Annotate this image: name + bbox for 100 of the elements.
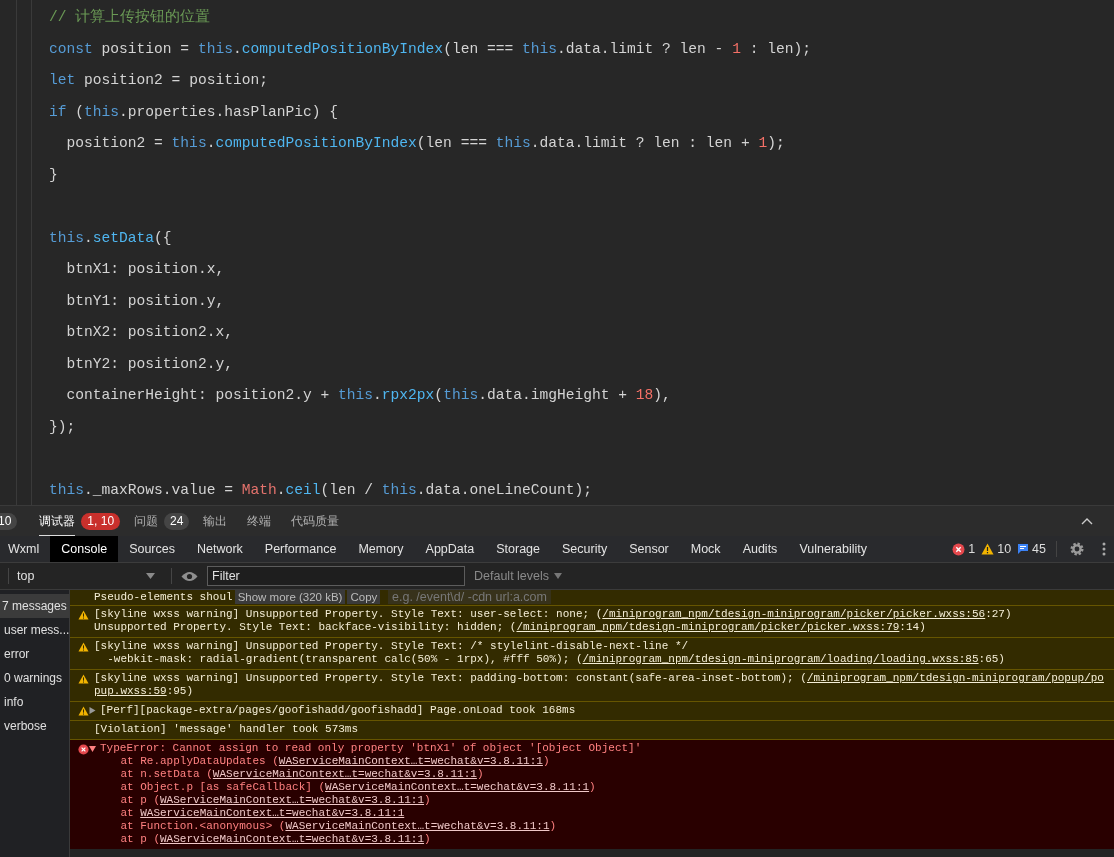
- eye-icon[interactable]: [181, 570, 198, 582]
- panel-tab[interactable]: 调试器: [39, 505, 76, 537]
- panel-tab[interactable]: 代码质量: [291, 505, 340, 537]
- code-token: rpx2px: [381, 387, 435, 403]
- levels-dropdown[interactable]: Default levels: [474, 569, 563, 583]
- message-text: at Object.p [as safeCallback] (WAServiceMainContext…t=wechat&v=3.8.11:1): [119, 781, 597, 794]
- source-link[interactable]: WAServiceMainContext…t=wechat&v=3.8.11:1: [278, 755, 543, 767]
- code-token: btnY2: position2.y,: [65, 355, 233, 372]
- devtools-tab[interactable]: Sensor: [618, 536, 680, 562]
- collapsed-triangle-icon[interactable]: [89, 707, 96, 714]
- filter-field[interactable]: Filter: [207, 566, 465, 586]
- message-count: 45: [1032, 542, 1046, 556]
- panel-tab[interactable]: 终端: [247, 505, 272, 537]
- code-token: computedPositionByIndex: [241, 40, 444, 57]
- code-token: .properties.hasPlanPic) {: [119, 103, 338, 120]
- code-token: this: [443, 387, 479, 403]
- code-token: // 计算上传按钮的位置: [49, 9, 211, 25]
- code-token: position =: [100, 40, 191, 57]
- message-text: [skyline wxss warning] Unsupported Property. Style Text: user-select: none; (/miniprogram_npm/tdesign-miniprogram/picker/picker.wxss:56:27): [94, 608, 1013, 621]
- code-token: this: [381, 481, 417, 498]
- devtools-tab[interactable]: Performance: [253, 536, 348, 562]
- devtools-tab[interactable]: Memory: [347, 536, 415, 562]
- code-token: this: [197, 40, 233, 57]
- message-button[interactable]: Copy: [347, 590, 381, 604]
- code-token: .data.imgHeight +: [478, 387, 629, 403]
- code-token: .: [276, 481, 286, 498]
- message-text: at p (WAServiceMainContext…t=wechat&v=3.8.11:1): [119, 794, 432, 807]
- code-token: this: [84, 103, 120, 120]
- message-text: at n.setData (WAServiceMainContext…t=wechat&v=3.8.11:1): [119, 768, 485, 781]
- devtools-tab[interactable]: Vulnerability: [788, 536, 878, 562]
- message-text: [skyline wxss warning] Unsupported Property. Style Text: padding-bottom: constant(safe-area-inset-bottom); (/miniprogram_npm/tdesign-miniprogram/popup/po: [94, 672, 1105, 685]
- code-token: (: [434, 387, 444, 403]
- context-select[interactable]: top: [9, 569, 163, 583]
- source-link[interactable]: WAServiceMainContext…t=wechat&v=3.8.11:1: [285, 820, 550, 832]
- source-link[interactable]: WAServiceMainContext…t=wechat&v=3.8.11:1: [140, 807, 405, 819]
- error-icon: [952, 542, 966, 556]
- message-button[interactable]: Show more (320 kB): [234, 590, 346, 604]
- message-text: [Perf][package-extra/pages/goofishadd/goofishadd] Page.onLoad took 168ms: [100, 704, 577, 717]
- warning-count: 10: [997, 542, 1012, 556]
- code-token: 18: [635, 387, 654, 403]
- code-token: containerHeight: position2.y +: [65, 387, 331, 403]
- count-badge: 1, 10: [81, 512, 121, 530]
- devtools-tab[interactable]: Storage: [485, 536, 551, 562]
- code-token: .data.limit ? len -: [557, 40, 725, 57]
- source-link[interactable]: /miniprogram_npm/tdesign-miniprogram/popup/po: [806, 672, 1104, 684]
- devtools-tab[interactable]: AppData: [414, 536, 486, 562]
- source-link[interactable]: /miniprogram_npm/tdesign-miniprogram/picker/picker.wxss:56: [602, 608, 986, 620]
- sidebar-item[interactable]: info: [0, 690, 69, 714]
- warning-icon: [77, 642, 89, 652]
- panel-tab[interactable]: 输出: [203, 505, 228, 537]
- devtools-tab[interactable]: Network: [186, 536, 254, 562]
- error-count: 1: [968, 542, 976, 556]
- source-link[interactable]: pup.wxss:59: [94, 685, 167, 697]
- source-link[interactable]: WAServiceMainContext…t=wechat&v=3.8.11:1: [212, 768, 477, 780]
- source-link[interactable]: /miniprogram_npm/tdesign-miniprogram/picker/picker.wxss:79: [516, 621, 900, 633]
- code-token: .: [373, 387, 382, 403]
- message-text: pup.wxss:59:95): [94, 685, 195, 698]
- source-link[interactable]: WAServiceMainContext…t=wechat&v=3.8.11:1: [160, 833, 425, 845]
- sidebar-item[interactable]: error: [0, 642, 69, 666]
- sidebar-item[interactable]: verbose: [0, 714, 69, 738]
- devtools-tab[interactable]: Sources: [118, 536, 186, 562]
- error-icon: [77, 744, 89, 755]
- code-token: }: [49, 166, 58, 183]
- code-token: this: [495, 135, 531, 151]
- message-icon: [1017, 543, 1030, 555]
- sidebar-item[interactable]: user mess...: [0, 618, 69, 642]
- code-token: .: [232, 40, 242, 57]
- code-token: position2 = position;: [83, 72, 268, 88]
- message-text: at Re.applyDataUpdates (WAServiceMainContext…t=wechat&v=3.8.11:1): [119, 755, 551, 768]
- source-link[interactable]: WAServiceMainContext…t=wechat&v=3.8.11:1: [160, 794, 425, 806]
- caret-up-icon[interactable]: [1081, 517, 1093, 525]
- more-icon[interactable]: [1102, 542, 1106, 556]
- devtools-tab[interactable]: Console: [50, 536, 119, 562]
- code-token: btnY1: position.y,: [65, 292, 225, 309]
- devtools-tab[interactable]: Audits: [731, 536, 789, 562]
- warning-icon: [77, 610, 89, 620]
- code-token: let: [49, 72, 76, 88]
- panel-tab[interactable]: 问题: [134, 505, 159, 537]
- message-text: at WAServiceMainContext…t=wechat&v=3.8.11:1: [119, 807, 406, 820]
- message-text: Unsupported Property. Style Text: backface-visibility: hidden; (/miniprogram_npm/tdesign-miniprogram/picker/picker.wxss:79:14): [94, 621, 927, 634]
- source-link[interactable]: WAServiceMainContext…t=wechat&v=3.8.11:1: [325, 781, 590, 793]
- devtools-tab[interactable]: Mock: [679, 536, 732, 562]
- code-token: this: [171, 135, 207, 151]
- settings-icon[interactable]: [1069, 541, 1085, 557]
- code-token: );: [767, 135, 785, 151]
- code-token: .: [206, 135, 216, 151]
- code-token: });: [49, 418, 76, 435]
- code-token: ),: [653, 387, 671, 403]
- devtools-tab[interactable]: Wxml: [0, 536, 51, 562]
- warning-icon: [981, 543, 995, 555]
- code-token: (len ===: [443, 40, 515, 57]
- source-link[interactable]: /miniprogram_npm/tdesign-miniprogram/loading/loading.wxss:85: [582, 653, 979, 665]
- sidebar-item[interactable]: 7 messages: [0, 594, 69, 618]
- code-token: const: [49, 40, 93, 57]
- sidebar-item[interactable]: 0 warnings: [0, 666, 69, 690]
- devtools-tab[interactable]: Security: [551, 536, 619, 562]
- message-text: -webkit-mask: radial-gradient(transparent calc(50% - 1rpx), #fff 50%); (/miniprogram_npm/tdesign-miniprogram/loading/loading.wxss:85:65): [106, 653, 1006, 666]
- code-token: btnX1: position.x,: [65, 261, 225, 277]
- expanded-triangle-icon[interactable]: [89, 745, 96, 752]
- code-token: computedPositionByIndex: [215, 135, 417, 151]
